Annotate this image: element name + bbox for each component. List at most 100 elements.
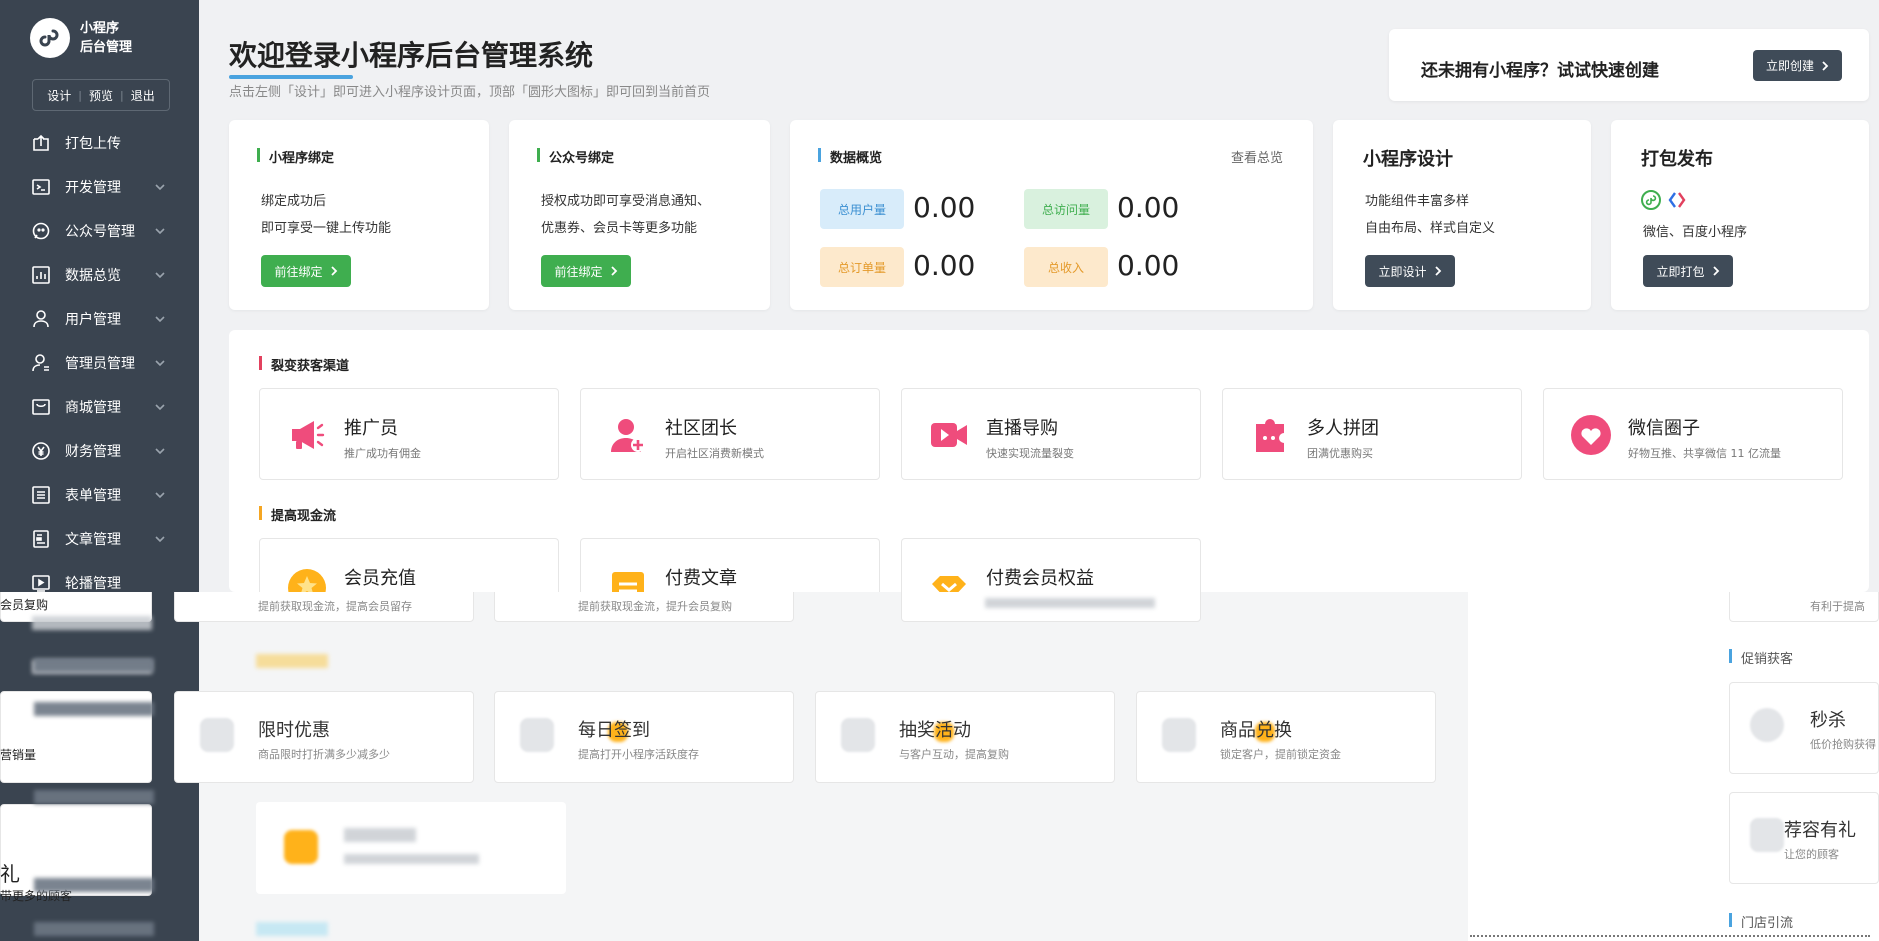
blurred-text <box>34 702 154 716</box>
total-orders-badge: 总订单量 <box>820 247 904 287</box>
chevron-down-icon <box>155 448 165 455</box>
page-title: 欢迎登录小程序后台管理系统 <box>229 34 593 79</box>
card-title: 小程序绑定 <box>257 147 334 166</box>
ghost-title: 秒杀 <box>1810 710 1846 731</box>
design-link[interactable]: 设计 <box>47 87 71 104</box>
feature-title: 直播导购 <box>986 418 1058 439</box>
group-buy-feature[interactable]: 多人拼团 团满优惠购买 <box>1222 388 1522 480</box>
chevron-right-icon <box>610 266 617 276</box>
wechat-miniprogram-icon <box>1641 190 1661 210</box>
blurred-text <box>344 828 416 842</box>
blurred-text <box>344 854 479 864</box>
chevron-right-icon <box>330 266 337 276</box>
ghost-title: 每日签到 <box>578 720 650 741</box>
member-recharge-feature[interactable]: 会员充值 <box>259 538 559 606</box>
miniprogram-logo-icon[interactable] <box>30 18 70 58</box>
ghost-text: 提前获取现金流，提升会员复购 <box>578 600 732 613</box>
sidebar-item-label: 财务管理 <box>65 444 121 460</box>
chat-icon <box>30 220 52 242</box>
shop-icon <box>30 396 52 418</box>
upload-icon <box>30 132 52 154</box>
official-account-bind-card: 公众号绑定 授权成功即可享受消息通知、 优惠券、会员卡等更多功能 前往绑定 <box>509 120 770 310</box>
blurred-text <box>34 790 154 804</box>
package-now-button[interactable]: 立即打包 <box>1643 255 1733 287</box>
promoter-feature[interactable]: 推广员 推广成功有佣金 <box>259 388 559 480</box>
chevron-down-icon <box>155 536 165 543</box>
sidebar-item-forms[interactable]: 表单管理 <box>0 473 199 517</box>
blurred-text <box>34 658 154 672</box>
ghost-text: 提前获取现金流，提高会员留存 <box>258 600 412 613</box>
data-overview-card: 数据概览 查看总览 总用户量 0.00 总访问量 0.00 总订单量 0.00 … <box>790 120 1313 310</box>
sidebar-item-users[interactable]: 用户管理 <box>0 297 199 341</box>
ghost-subtitle: 与客户互动，提高复购 <box>899 748 1009 761</box>
section-title: 提高现金流 <box>259 505 336 524</box>
paid-membership-feature[interactable]: 付费会员权益 <box>901 538 1201 602</box>
view-overview-link[interactable]: 查看总览 <box>1231 147 1283 166</box>
blurred-icon <box>284 830 318 864</box>
ghost-text: 有利于提高 <box>1810 600 1865 613</box>
video-icon <box>931 423 967 447</box>
total-users-badge: 总用户量 <box>820 189 904 229</box>
lottery-icon <box>841 718 875 752</box>
card-text: 微信、百度小程序 <box>1643 225 1748 240</box>
user-icon <box>30 308 52 330</box>
referral-icon <box>1750 818 1784 852</box>
sidebar-item-mp[interactable]: 公众号管理 <box>0 209 199 253</box>
card-text: 授权成功即可享受消息通知、 <box>541 194 711 209</box>
feature-title: 推广员 <box>344 418 398 439</box>
total-orders-value: 0.00 <box>913 249 976 282</box>
ghost-subtitle: 提高打开小程序活跃度存 <box>578 748 699 761</box>
card-text: 优惠券、会员卡等更多功能 <box>541 221 698 236</box>
community-leader-feature[interactable]: 社区团长 开启社区消费新模式 <box>580 388 880 480</box>
chevron-down-icon <box>155 316 165 323</box>
dotted-divider <box>1470 935 1870 937</box>
sidebar-item-articles[interactable]: 文章管理 <box>0 517 199 561</box>
sidebar-item-dev[interactable]: 开发管理 <box>0 165 199 209</box>
card-title: 数据概览 <box>818 147 882 166</box>
card-text: 功能组件丰富多样 <box>1365 194 1470 209</box>
ghost-title: 荐容有礼 <box>1784 820 1856 841</box>
baidu-miniprogram-icon <box>1668 192 1686 208</box>
live-shopping-feature[interactable]: 直播导购 快速实现流量裂变 <box>901 388 1201 480</box>
sidebar-item-upload[interactable]: 打包上传 <box>0 121 199 165</box>
sidebar-item-data[interactable]: 数据总览 <box>0 253 199 297</box>
paid-article-feature[interactable]: 付费文章 <box>580 538 880 606</box>
marketing-panel: 裂变获客渠道 推广员 推广成功有佣金 社区团长 开启社区消费新模式 直播导购 快… <box>229 330 1869 606</box>
section-title: 裂变获客渠道 <box>259 355 349 374</box>
bind-official-account-button[interactable]: 前往绑定 <box>541 255 631 287</box>
chevron-right-icon <box>1434 266 1441 276</box>
sidebar-item-label: 轮播管理 <box>65 576 121 592</box>
sidebar-item-admins[interactable]: 管理员管理 <box>0 341 199 385</box>
total-income-value: 0.00 <box>1117 249 1180 282</box>
feature-subtitle: 好物互推、共享微信 11 亿流量 <box>1628 447 1781 460</box>
design-now-button[interactable]: 立即设计 <box>1365 255 1455 287</box>
brand[interactable]: 小程序 后台管理 <box>30 18 132 58</box>
ghost-title: 限时优惠 <box>258 720 330 741</box>
sidebar-item-shop[interactable]: 商城管理 <box>0 385 199 429</box>
chevron-right-icon <box>1822 60 1829 71</box>
logout-link[interactable]: 退出 <box>131 87 155 104</box>
promo-text: 还未拥有小程序？试试快速创建 <box>1421 61 1659 81</box>
chevron-down-icon <box>155 184 165 191</box>
wechat-circle-feature[interactable]: 微信圈子 好物互推、共享微信 11 亿流量 <box>1543 388 1843 480</box>
blurred-text <box>32 616 152 630</box>
feature-title: 会员充值 <box>344 568 416 589</box>
button-label: 前往绑定 <box>554 264 603 279</box>
sidebar-item-finance[interactable]: 财务管理 <box>0 429 199 473</box>
ghost-text: 礼 <box>0 862 20 886</box>
preview-link[interactable]: 预览 <box>89 87 113 104</box>
brand-line2: 后台管理 <box>80 40 133 55</box>
checkin-icon <box>520 718 554 752</box>
create-now-button[interactable]: 立即创建 <box>1753 50 1842 81</box>
ghost-title: 商品兑换 <box>1220 720 1292 741</box>
card-text: 即可享受一键上传功能 <box>261 221 392 236</box>
exchange-icon <box>1162 718 1196 752</box>
sidebar-item-label: 打包上传 <box>65 136 121 152</box>
ghost-text: 营销量 <box>0 748 37 762</box>
bind-miniprogram-button[interactable]: 前往绑定 <box>261 255 351 287</box>
card-title: 打包发布 <box>1641 149 1713 170</box>
feature-title: 付费文章 <box>665 568 737 589</box>
megaphone-icon <box>292 421 325 449</box>
section-title: 促销获客 <box>1729 648 1793 667</box>
ghost-title: 抽奖活动 <box>899 720 971 741</box>
